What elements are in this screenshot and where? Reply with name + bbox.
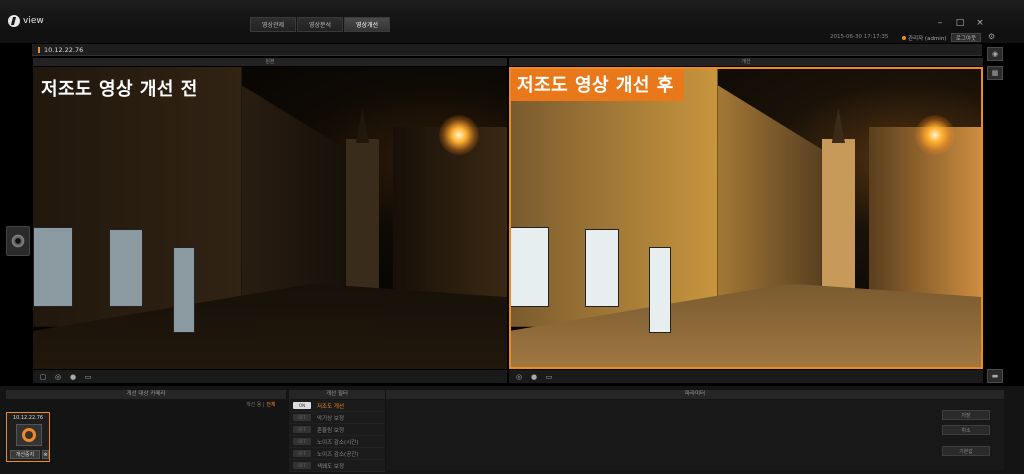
stop-enhancement-button[interactable]: 개선중지 bbox=[10, 450, 40, 459]
capture-icon[interactable]: ◎ bbox=[515, 373, 523, 381]
scene-building-right bbox=[869, 127, 983, 315]
camera-id: 10.12.22.76 bbox=[44, 46, 84, 54]
original-view-toolbar: ▢ ◎ ● ▭ bbox=[33, 370, 507, 383]
logo-icon bbox=[8, 15, 20, 27]
filter-toggle[interactable]: ON bbox=[293, 402, 311, 409]
user-info: 관리자 (admin) bbox=[902, 34, 946, 42]
filter-label: 저조도 개선 bbox=[317, 403, 345, 410]
user-name: 관리자 (admin) bbox=[908, 36, 947, 42]
maximize-button[interactable]: □ bbox=[954, 17, 966, 29]
camera-header: 10.12.22.76 bbox=[32, 44, 982, 56]
screen-icon[interactable]: ▭ bbox=[545, 373, 553, 381]
after-caption: 저조도 영상 개선 후 bbox=[509, 69, 684, 101]
filter-toggle[interactable]: OFF bbox=[293, 426, 311, 433]
filter-item[interactable]: OFF 색왜도 보정 bbox=[289, 460, 385, 472]
filter-header: 개선 필터 bbox=[289, 390, 385, 399]
app-name: view bbox=[23, 16, 44, 26]
title-bar bbox=[0, 0, 1024, 32]
filter-toggle[interactable]: OFF bbox=[293, 462, 311, 469]
filter-label: 흔들림 보정 bbox=[317, 427, 345, 434]
target-selector-separator: | bbox=[262, 402, 265, 408]
target-camera-header: 개선 대상 카메라 bbox=[6, 390, 286, 399]
parameter-panel: 저장 취소 기본값 bbox=[386, 400, 1004, 470]
remove-camera-button[interactable]: ⊗ bbox=[42, 450, 49, 459]
close-button[interactable]: × bbox=[974, 17, 986, 29]
tab-video-analysis[interactable]: 영상분석 bbox=[297, 17, 343, 32]
filter-item[interactable]: OFF 노이즈 감소(공간) bbox=[289, 448, 385, 460]
camera-card[interactable]: 10.12.22.76 개선중지 ⊗ bbox=[6, 412, 50, 462]
target-selector: 개선 용 | 전체 bbox=[246, 401, 275, 408]
record-icon[interactable]: ● bbox=[69, 373, 77, 381]
filter-label: 노이즈 감소(시간) bbox=[317, 439, 359, 446]
scene-window bbox=[33, 227, 73, 307]
filter-item[interactable]: OFF 노이즈 감소(시간) bbox=[289, 436, 385, 448]
tab-video-enhancement[interactable]: 영상개선 bbox=[344, 17, 390, 32]
window-controls: – □ × bbox=[934, 17, 986, 29]
fullscreen-icon[interactable]: ▬ bbox=[987, 369, 1003, 383]
save-button[interactable]: 저장 bbox=[942, 410, 990, 420]
main-menu-tabs: 영상관제 영상분석 영상개선 bbox=[250, 17, 391, 32]
screen-icon[interactable]: ▭ bbox=[84, 373, 92, 381]
original-video-view[interactable]: 저조도 영상 개선 전 bbox=[33, 67, 507, 369]
before-caption: 저조도 영상 개선 전 bbox=[41, 79, 198, 100]
filter-toggle[interactable]: OFF bbox=[293, 438, 311, 445]
scene-street-lamp bbox=[438, 115, 479, 156]
camera-marker-icon bbox=[38, 47, 40, 53]
filter-list: ON 저조도 개선 OFF 악기상 보정 OFF 흔들림 보정 OFF 노이즈 … bbox=[289, 400, 385, 472]
filter-toggle[interactable]: OFF bbox=[293, 414, 311, 421]
scene-window bbox=[509, 227, 549, 307]
datetime-label: 2015-06-30 17:17:35 bbox=[830, 34, 889, 40]
camera-card-id: 10.12.22.76 bbox=[12, 415, 44, 421]
enhanced-view-header: 개선 bbox=[509, 58, 983, 66]
camera-icon bbox=[11, 234, 25, 248]
scene-door bbox=[173, 247, 195, 333]
snapshot-icon[interactable]: ◉ bbox=[987, 47, 1003, 61]
target-all-link[interactable]: 전체 bbox=[266, 402, 275, 408]
scene-building-right bbox=[393, 127, 507, 315]
app-logo: view bbox=[8, 14, 44, 28]
camera-thumbnail bbox=[16, 424, 42, 446]
filter-label: 노이즈 감소(공간) bbox=[317, 451, 359, 458]
filter-item[interactable]: OFF 악기상 보정 bbox=[289, 412, 385, 424]
minimize-button[interactable]: – bbox=[934, 17, 946, 29]
filter-item[interactable]: OFF 흔들림 보정 bbox=[289, 424, 385, 436]
filter-toggle[interactable]: OFF bbox=[293, 450, 311, 457]
default-button[interactable]: 기본값 bbox=[942, 446, 990, 456]
parameter-header: 파라미터 bbox=[386, 390, 1004, 399]
gear-icon[interactable]: ⚙ bbox=[988, 32, 998, 42]
filter-label: 색왜도 보정 bbox=[317, 463, 345, 470]
original-view-header: 원본 bbox=[33, 58, 507, 66]
tab-video-monitoring[interactable]: 영상관제 bbox=[250, 17, 296, 32]
capture-icon[interactable]: ◎ bbox=[54, 373, 62, 381]
enhanced-video-view[interactable]: 저조도 영상 개선 후 bbox=[509, 67, 983, 369]
target-selector-label[interactable]: 개선 용 bbox=[246, 402, 261, 408]
filter-item[interactable]: ON 저조도 개선 bbox=[289, 400, 385, 412]
enhanced-view-toolbar: ◎ ● ▭ bbox=[509, 370, 983, 383]
scene-window bbox=[585, 229, 619, 307]
scene-door bbox=[649, 247, 671, 333]
user-status-icon bbox=[902, 36, 906, 40]
scene-window bbox=[109, 229, 143, 307]
stop-icon[interactable]: ▢ bbox=[39, 373, 47, 381]
cancel-button[interactable]: 취소 bbox=[942, 425, 990, 435]
layout-icon[interactable]: ▦ bbox=[987, 66, 1003, 80]
filter-label: 악기상 보정 bbox=[317, 415, 345, 422]
camera-panel-toggle[interactable] bbox=[6, 226, 30, 256]
logout-button[interactable]: 로그아웃 bbox=[951, 33, 981, 42]
record-icon[interactable]: ● bbox=[530, 373, 538, 381]
scene-street-lamp bbox=[914, 115, 955, 156]
camera-active-icon bbox=[22, 428, 36, 442]
